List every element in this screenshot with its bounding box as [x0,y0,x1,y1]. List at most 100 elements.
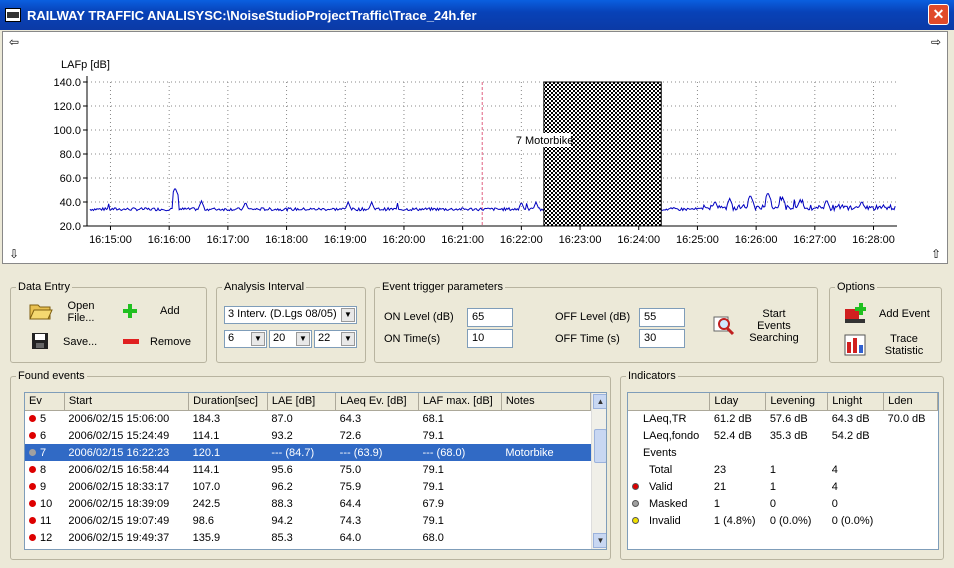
event-laeq-cell: --- (63.9) [335,444,419,461]
indicator-dot-icon [632,482,639,490]
interval-hour3-select[interactable]: 22 ▼ [314,330,357,348]
trace-statistic-icon[interactable] [844,334,866,356]
event-number: 7 [40,446,47,459]
events-scrollbar[interactable]: ▲ ▼ [591,393,606,549]
indicator-value-cell [884,427,938,444]
indicator-row: Masked 1 0 0 [628,495,938,512]
x-tick-label: 16:25:00 [676,234,719,246]
add-plus-icon[interactable] [123,304,137,318]
on-level-input[interactable]: 65 [467,308,513,327]
indicator-value-cell [884,478,938,495]
table-row[interactable]: 10 2006/02/15 18:39:09 242.5 88.3 64.4 67.9 [25,495,591,512]
indicator-row: LAeq,TR 61.2 dB 57.6 dB 64.3 dB 70.0 dB [628,410,938,427]
indicator-value-cell: 0 (0.0%) [769,514,812,527]
event-lafmax-cell: 68.1 [422,412,444,425]
status-dot-icon [29,414,36,422]
interval-hour1-select[interactable]: 6 ▼ [224,330,267,348]
indicator-value-cell [828,444,884,461]
events-col-header[interactable]: LAeq Ev. [dB] [335,393,420,411]
on-time-input[interactable]: 10 [467,329,513,348]
events-table-wrap[interactable]: Ev Start Duration[sec] LAE [dB] LAeq Ev. [dB… [24,392,607,550]
off-level-label: OFF Level (dB) [555,311,631,323]
indicator-value-cell: 61.2 dB [713,412,752,425]
table-row[interactable]: 8 2006/02/15 16:58:44 114.1 95.6 75.0 79.1 [25,461,591,478]
event-number: 5 [40,412,47,425]
event-number-cell: 7 [25,444,65,461]
scroll-thumb[interactable] [594,429,606,463]
event-start-cell: 2006/02/15 15:24:49 [68,429,170,442]
chevron-down-icon[interactable]: ▼ [251,332,265,346]
search-magnifier-icon[interactable] [713,314,735,336]
indicator-label: Events [643,446,677,459]
chevron-down-icon[interactable]: ▼ [296,332,310,346]
found-events-title: Found events [16,370,87,382]
event-laeq-cell: 75.9 [339,480,362,493]
start-events-search-button[interactable]: Start Events Searching [745,308,803,344]
off-level-input[interactable]: 55 [639,308,685,327]
remove-minus-icon[interactable] [123,339,139,345]
add-button[interactable]: Add [160,305,180,317]
level-chart[interactable]: LAFp [dB] 140.0 120.0 100.0 80.0 60.0 40.0 20.0… [3,32,947,263]
trace-statistic-button[interactable]: Trace Statistic [876,333,932,357]
close-button[interactable]: ✕ [928,4,949,25]
event-number-cell: 8 [25,461,64,478]
table-row[interactable]: 9 2006/02/15 18:33:17 107.0 96.2 75.9 79.1 [25,478,591,495]
events-table[interactable]: Ev Start Duration[sec] LAE [dB] LAeq Ev. [dB… [25,393,592,546]
events-col-header[interactable]: Notes [501,393,592,411]
y-tick-label: 80.0 [60,149,81,161]
table-row[interactable]: 7 2006/02/15 16:22:23 120.1 --- (84.7) --- (… [25,444,591,461]
indicator-label-cell: Invalid [628,512,710,529]
events-col-header[interactable]: LAF max. [dB] [418,393,502,411]
events-col-header[interactable]: Start [64,393,190,411]
event-notes-cell [501,512,590,529]
indicator-value-cell: 54.2 dB [831,429,870,442]
indicator-label: Invalid [649,514,681,527]
save-disk-icon[interactable] [31,332,49,350]
selected-event-region[interactable] [543,81,662,227]
open-file-button[interactable]: Open File... [63,300,99,324]
add-event-icon[interactable] [844,303,866,325]
event-lafmax-cell: 67.9 [422,497,444,510]
indicator-label-cell: Masked [628,495,710,512]
interval-hour2-select[interactable]: 20 ▼ [269,330,312,348]
indicator-label-cell: Events [628,444,710,461]
open-folder-icon[interactable] [29,301,53,321]
events-col-header[interactable]: LAE [dB] [267,393,337,411]
scroll-up-icon[interactable]: ▲ [593,394,606,409]
table-row[interactable]: 5 2006/02/15 15:06:00 184.3 87.0 64.3 68.1 [25,410,591,427]
chevron-down-icon[interactable]: ▼ [341,332,355,346]
scroll-down-icon[interactable]: ▼ [593,533,606,548]
window-title: RAILWAY TRAFFIC ANALISYSC:\NoiseStudioPr… [27,7,477,23]
event-lae-cell: 88.3 [271,497,293,510]
status-dot-icon [29,533,36,541]
indicator-value-cell [884,512,938,529]
event-laeq-cell: 74.3 [339,514,362,527]
interval-mode-select[interactable]: 3 Interv. (D.Lgs 08/05) ▼ [224,306,357,324]
add-event-button[interactable]: Add Event [879,308,930,320]
table-row[interactable]: 12 2006/02/15 19:49:37 135.9 85.3 64.0 68.0 [25,529,591,546]
off-time-input[interactable]: 30 [639,329,685,348]
indicator-value-cell [884,461,938,478]
trace-chart-panel[interactable]: ⇦ ⇨ ⇩ ⇧ LAFp [dB] 140.0 120.0 100.0 80.0 60.0… [2,31,948,264]
on-time-label: ON Time(s) [384,333,441,345]
event-start-cell: 2006/02/15 19:07:49 [68,514,170,527]
indicator-value-cell: 4 [831,480,838,493]
event-number-cell: 10 [25,495,64,512]
save-button[interactable]: Save... [63,336,97,348]
indicator-label-cell: Total [628,461,710,478]
events-col-header[interactable]: Ev [25,393,65,411]
x-tick-label: 16:19:00 [324,234,367,246]
event-laeq-cell: 64.3 [339,412,362,425]
event-number-cell: 9 [25,478,64,495]
event-dur-cell: 107.0 [192,480,221,493]
table-row[interactable]: 6 2006/02/15 15:24:49 114.1 93.2 72.6 79.1 [25,427,591,444]
events-col-header[interactable]: Duration[sec] [188,393,268,411]
x-tick-label: 16:28:00 [852,234,895,246]
x-tick-label: 16:15:00 [89,234,132,246]
table-row[interactable]: 11 2006/02/15 19:07:49 98.6 94.2 74.3 79.1 [25,512,591,529]
indicator-label: LAeq,fondo [643,429,700,442]
indicators-table: Lday Levening Lnight Lden LAeq,TR 61.2 dB 57.… [628,393,938,529]
remove-button[interactable]: Remove [150,336,191,348]
event-dur-cell: 242.5 [192,497,221,510]
chevron-down-icon[interactable]: ▼ [341,308,355,322]
